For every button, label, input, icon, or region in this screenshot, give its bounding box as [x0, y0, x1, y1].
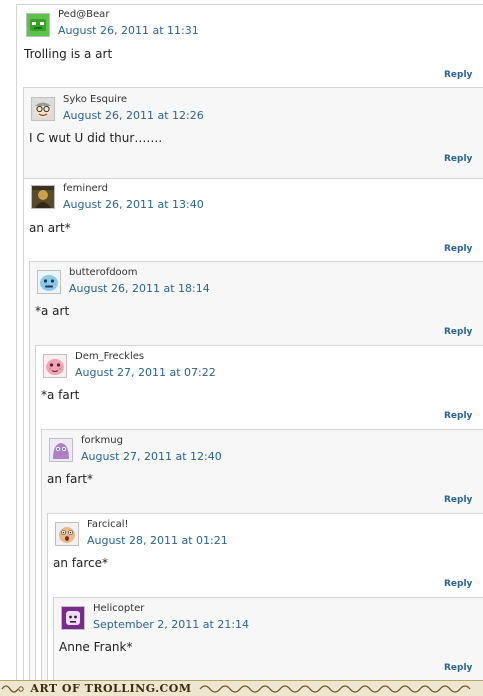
comment-date-link[interactable]: August 26, 2011 at 12:26	[63, 109, 204, 122]
comment-body: Anne Frank*	[59, 640, 133, 654]
comment-author[interactable]: Ped@Bear	[58, 9, 109, 20]
comment-author[interactable]: Dem_Freckles	[75, 351, 144, 362]
comment-author[interactable]: Helicopter	[93, 603, 144, 614]
reply-link[interactable]: Reply	[444, 495, 472, 505]
site-watermark-banner: ART OF TROLLING.COM	[0, 680, 483, 696]
purple-square-face-icon	[61, 606, 85, 630]
comment-body: *a fart	[41, 388, 80, 402]
comment-date-link[interactable]: August 27, 2011 at 07:22	[75, 366, 216, 379]
comment-date-link[interactable]: August 27, 2011 at 12:40	[81, 450, 222, 463]
comment-author[interactable]: forkmug	[81, 435, 123, 446]
reply-link[interactable]: Reply	[444, 70, 472, 80]
comment-date-link[interactable]: August 26, 2011 at 18:14	[69, 282, 210, 295]
comment-body: an art*	[29, 221, 71, 235]
reply-link[interactable]: Reply	[444, 154, 472, 164]
watermark-text: ART OF TROLLING.COM	[30, 682, 192, 695]
comment-author[interactable]: feminerd	[63, 183, 108, 194]
reply-link[interactable]: Reply	[444, 579, 472, 589]
comment-body: Trolling is a art	[24, 47, 113, 61]
comment-body: an farce*	[53, 556, 109, 570]
comment-author[interactable]: Farcical!	[87, 519, 129, 530]
comment-author[interactable]: butterofdoom	[69, 267, 138, 278]
blue-blob-face-icon	[37, 270, 61, 294]
comment-thread: Ped@Bear August 26, 2011 at 11:31 Trolli…	[0, 0, 483, 680]
comment-date-link[interactable]: August 26, 2011 at 13:40	[63, 198, 204, 211]
glasses-face-icon	[31, 97, 55, 121]
comment: Helicopter September 2, 2011 at 21:14 An…	[53, 597, 483, 680]
pink-blob-face-icon	[43, 354, 67, 378]
comment-body: *a art	[35, 304, 70, 318]
green-robot-face-icon	[26, 13, 50, 37]
reply-link[interactable]: Reply	[444, 411, 472, 421]
comment-body: an fart*	[47, 472, 93, 486]
comment-author[interactable]: Syko Esquire	[63, 94, 127, 105]
reply-link[interactable]: Reply	[444, 663, 472, 673]
reply-link[interactable]: Reply	[444, 244, 472, 254]
purple-monster-face-icon	[49, 438, 73, 462]
dark-photo-avatar-icon	[31, 185, 55, 209]
comment-date-link[interactable]: August 26, 2011 at 11:31	[58, 24, 199, 37]
reply-link[interactable]: Reply	[444, 327, 472, 337]
comment-body: I C wut U did thur…….	[29, 131, 163, 145]
surprised-face-icon	[55, 522, 79, 546]
comment-date-link[interactable]: September 2, 2011 at 21:14	[93, 618, 249, 631]
comment-date-link[interactable]: August 28, 2011 at 01:21	[87, 534, 228, 547]
